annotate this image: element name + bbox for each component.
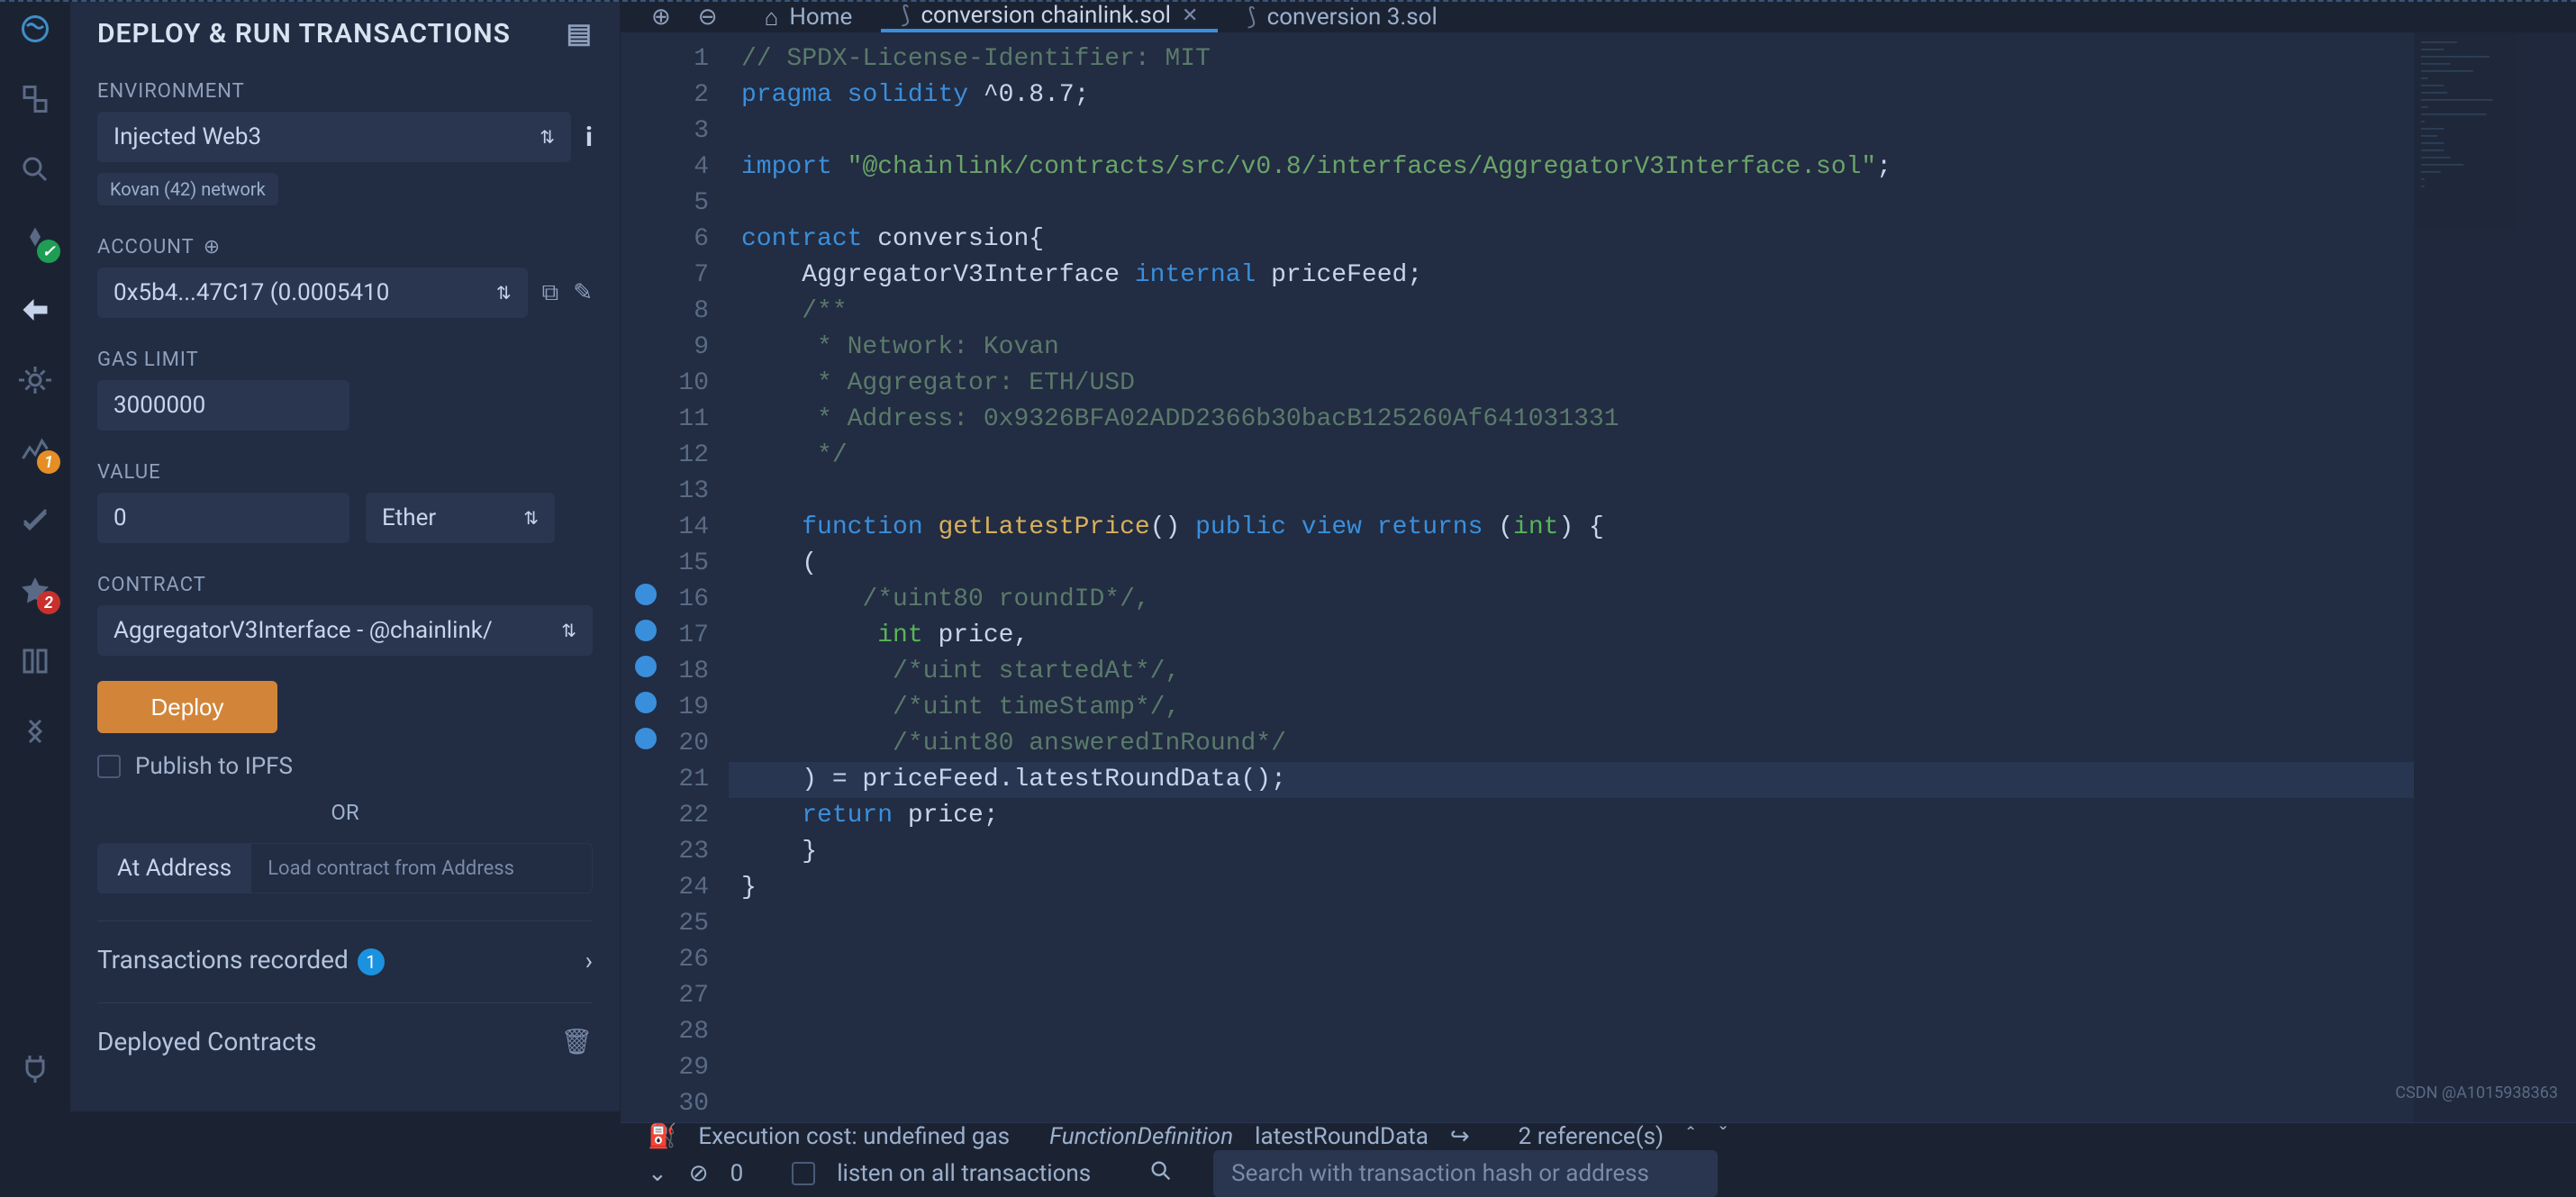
gaslimit-input[interactable]: 3000000 [97,380,349,431]
git-icon[interactable] [17,713,53,749]
gaslimit-label: GAS LIMIT [97,349,593,371]
gas-icon: ⛽ [648,1123,676,1150]
settings-plug-icon[interactable] [17,1048,53,1084]
badge-red: 2 [37,591,60,614]
terminal-search-icon[interactable] [1148,1158,1174,1190]
search-icon[interactable] [17,151,53,187]
file-explorer-icon[interactable] [17,81,53,117]
publish-ipfs-checkbox[interactable] [97,755,121,778]
value-input[interactable]: 0 [97,493,349,543]
tab-third[interactable]: ⟆ conversion 3.sol [1227,2,1456,32]
solidity-icon: ⟆ [1247,4,1256,31]
trash-icon[interactable]: 🗑 [560,1027,593,1056]
chevron-up-icon[interactable]: ˆ [1685,1123,1696,1150]
publish-ipfs-label: Publish to IPFS [135,753,293,780]
line-gutter: 1234567891011121314151617181920212223242… [621,32,729,1122]
add-account-icon[interactable]: ⊕ [204,236,221,258]
chevron-down-icon[interactable]: ˇ [1718,1123,1728,1150]
library-icon[interactable] [17,643,53,679]
clear-icon[interactable]: ⊘ [689,1160,709,1187]
goto-icon[interactable]: ↪ [1450,1123,1470,1150]
exec-cost: Execution cost: undefined gas [698,1123,1010,1150]
tx-count-badge: 1 [358,948,385,975]
plugin-icon[interactable]: 2 [17,573,53,609]
status-bar: ⛽ Execution cost: undefined gas Function… [621,1122,2576,1150]
watermark: CSDN @A1015938363 [2395,1084,2558,1102]
account-label: ACCOUNT ⊕ [97,236,593,258]
deploy-run-icon[interactable] [17,292,53,328]
pending-count: 0 [730,1160,744,1187]
collapse-icon[interactable]: ⌄ [648,1160,667,1187]
at-address-button[interactable]: At Address [97,843,251,893]
edit-icon[interactable]: ✎ [573,279,593,306]
remix-logo-icon[interactable] [17,11,53,47]
minimap[interactable]: ━━━━━━━━━━━━━━━━━━━━━━━━━━━━━━━━━━━━━━━ … [2414,32,2576,1122]
debugger-icon[interactable] [17,362,53,398]
environment-label: ENVIRONMENT [97,80,593,103]
zoom-out-icon[interactable]: ⊖ [698,4,718,31]
chevron-right-icon: › [585,946,593,975]
at-address-input[interactable]: Load contract from Address [251,843,593,893]
tab-home[interactable]: ⌂ Home [745,2,873,32]
def-name: latestRoundData [1255,1123,1429,1150]
badge-orange: 1 [37,450,60,474]
solidity-icon: ⟆ [901,2,910,29]
deploy-button[interactable]: Deploy [97,681,277,733]
value-label: VALUE [97,461,593,484]
copy-icon[interactable]: ⧉ [542,279,559,307]
contract-label: CONTRACT [97,574,593,596]
code-editor[interactable]: 1234567891011121314151617181920212223242… [621,32,2576,1122]
home-icon: ⌂ [765,4,779,32]
deployed-contracts-header[interactable]: Deployed Contracts 🗑 [97,1002,593,1056]
activity-bar: ✓ 1 2 [0,2,70,1111]
environment-select[interactable]: Injected Web3⇅ [97,112,571,162]
listen-label: listen on all transactions [837,1160,1091,1187]
or-divider: OR [97,800,593,825]
docs-icon[interactable]: ▤ [567,18,593,50]
tab-bar: ⊕ ⊖ ⌂ Home ⟆ conversion chainlink.sol ✕ … [621,2,2576,32]
zoom-in-icon[interactable]: ⊕ [651,4,671,31]
terminal-bar: ⌄ ⊘ 0 listen on all transactions Search … [621,1150,2576,1197]
analytics-icon[interactable]: 1 [17,432,53,468]
tab-active[interactable]: ⟆ conversion chainlink.sol ✕ [881,2,1218,32]
terminal-search-input[interactable]: Search with transaction hash or address [1213,1150,1718,1197]
value-unit-select[interactable]: Ether⇅ [366,493,555,543]
def-kind: FunctionDefinition [1049,1123,1233,1150]
unit-testing-icon[interactable] [17,503,53,539]
contract-select[interactable]: AggregatorV3Interface - @chainlink/⇅ [97,605,593,656]
network-badge: Kovan (42) network [97,173,278,205]
compiler-icon[interactable]: ✓ [17,222,53,258]
account-select[interactable]: 0x5b4...47C17 (0.0005410⇅ [97,268,528,318]
close-icon[interactable]: ✕ [1182,5,1198,27]
code-content[interactable]: // SPDX-License-Identifier: MITpragma so… [729,32,2414,1122]
info-icon[interactable]: i [585,122,593,153]
panel-title: DEPLOY & RUN TRANSACTIONS ▤ [97,18,593,50]
transactions-recorded-header[interactable]: Transactions recorded1 › [97,920,593,975]
badge-green: ✓ [37,240,60,263]
main-area: ⊕ ⊖ ⌂ Home ⟆ conversion chainlink.sol ✕ … [620,2,2576,1111]
references[interactable]: 2 reference(s) [1519,1123,1664,1150]
listen-checkbox[interactable] [792,1162,815,1185]
deploy-panel: DEPLOY & RUN TRANSACTIONS ▤ ENVIRONMENT … [70,2,620,1111]
